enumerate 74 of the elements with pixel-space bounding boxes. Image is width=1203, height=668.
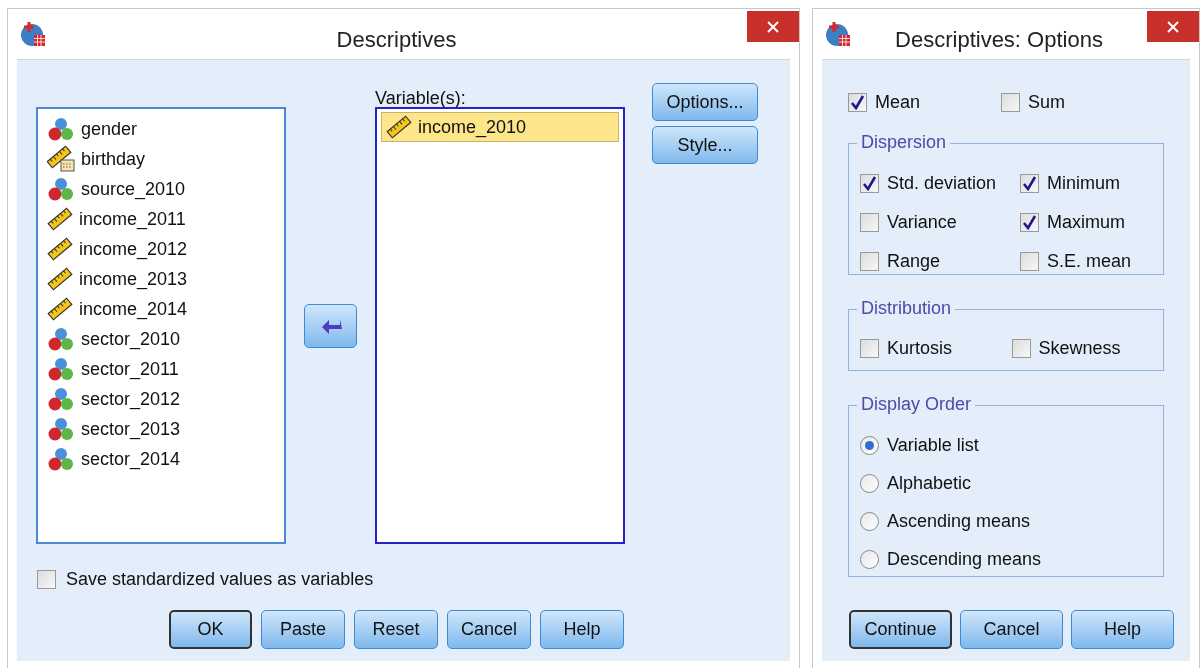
checkbox[interactable]: [848, 93, 867, 112]
checkbox[interactable]: [860, 174, 879, 193]
move-button[interactable]: [304, 303, 357, 348]
checkbox[interactable]: [1020, 174, 1039, 193]
checkbox[interactable]: [860, 252, 879, 271]
radio-button[interactable]: [860, 474, 879, 493]
radio-button[interactable]: [860, 436, 879, 455]
checkmark-icon: [1022, 176, 1037, 191]
checkbox-label: Skewness: [1038, 337, 1121, 360]
close-button[interactable]: [747, 11, 799, 42]
variable-item[interactable]: sector_2012: [42, 384, 284, 414]
checkbox-label: Kurtosis: [887, 337, 953, 360]
dialog-button[interactable]: Cancel: [447, 610, 531, 649]
close-icon: [767, 20, 779, 33]
target-list-label: Variable(s):: [375, 87, 467, 107]
variable-item[interactable]: sector_2010: [42, 324, 284, 354]
checkbox-label: S.E. mean: [1047, 250, 1132, 273]
window-title: Descriptives: Options: [894, 26, 1104, 54]
nominal-variable-icon: [47, 416, 75, 442]
variable-item[interactable]: gender: [42, 114, 284, 144]
radio-button[interactable]: [860, 550, 879, 569]
nominal-variable-icon: [47, 386, 75, 412]
variable-item[interactable]: income_2014: [42, 294, 284, 324]
dialog-button[interactable]: Help: [1071, 610, 1174, 649]
side-button[interactable]: Options...: [652, 83, 758, 121]
dialog-button[interactable]: Continue: [849, 610, 952, 649]
variable-item[interactable]: source_2010: [42, 174, 284, 204]
window-title: Descriptives: [335, 26, 458, 54]
nominal-variable-icon: [47, 446, 75, 472]
checkmark-icon: [850, 95, 865, 110]
checkbox-label: Minimum: [1047, 172, 1120, 195]
nominal-variable-icon: [47, 326, 75, 352]
checkmark-icon: [1022, 215, 1037, 230]
checkbox[interactable]: [1020, 213, 1039, 232]
nominal-variable-icon: [47, 176, 75, 202]
variable-item[interactable]: income_2011: [42, 204, 284, 234]
variable-item[interactable]: income_2010: [381, 112, 619, 142]
checkbox[interactable]: [860, 213, 879, 232]
dialog-button[interactable]: OK: [169, 610, 252, 649]
checkbox[interactable]: [1020, 252, 1039, 271]
variable-item[interactable]: income_2012: [42, 234, 284, 264]
radio-label: Descending means: [887, 548, 1042, 571]
close-button[interactable]: [1147, 11, 1199, 42]
dialog-button[interactable]: Cancel: [960, 610, 1063, 649]
checkbox-label: Range: [887, 250, 941, 273]
app-icon: [825, 21, 851, 47]
checkbox[interactable]: [1011, 339, 1031, 358]
checkmark-icon: [862, 176, 877, 191]
variable-item[interactable]: sector_2014: [42, 444, 284, 474]
checkbox[interactable]: [37, 570, 56, 589]
dialog-button[interactable]: Help: [540, 610, 624, 649]
dialog-button[interactable]: Reset: [354, 610, 438, 649]
checkbox-label: Maximum: [1047, 211, 1125, 234]
checkbox-label: Sum: [1028, 91, 1065, 114]
variable-item[interactable]: birthday: [42, 144, 284, 174]
variable-item[interactable]: income_2013: [42, 264, 284, 294]
checkbox-label: Std. deviation: [887, 172, 997, 195]
side-button[interactable]: Style...: [652, 126, 758, 164]
radio-label: Ascending means: [887, 510, 1031, 533]
variable-item[interactable]: sector_2011: [42, 354, 284, 384]
close-icon: [1167, 20, 1179, 33]
checkbox[interactable]: [860, 339, 879, 358]
checkbox[interactable]: [1001, 93, 1020, 112]
checkbox-label: Save standardized values as variables: [66, 568, 374, 591]
nominal-variable-icon: [47, 356, 75, 382]
radio-label: Alphabetic: [887, 472, 972, 495]
checkbox-label: Variance: [887, 211, 957, 234]
radio-label: Variable list: [887, 434, 979, 457]
nominal-variable-icon: [47, 116, 75, 142]
checkbox-label: Mean: [875, 91, 921, 114]
dialog-button[interactable]: Paste: [261, 610, 345, 649]
radio-button[interactable]: [860, 512, 879, 531]
app-icon: [20, 21, 46, 47]
variable-item[interactable]: sector_2013: [42, 414, 284, 444]
